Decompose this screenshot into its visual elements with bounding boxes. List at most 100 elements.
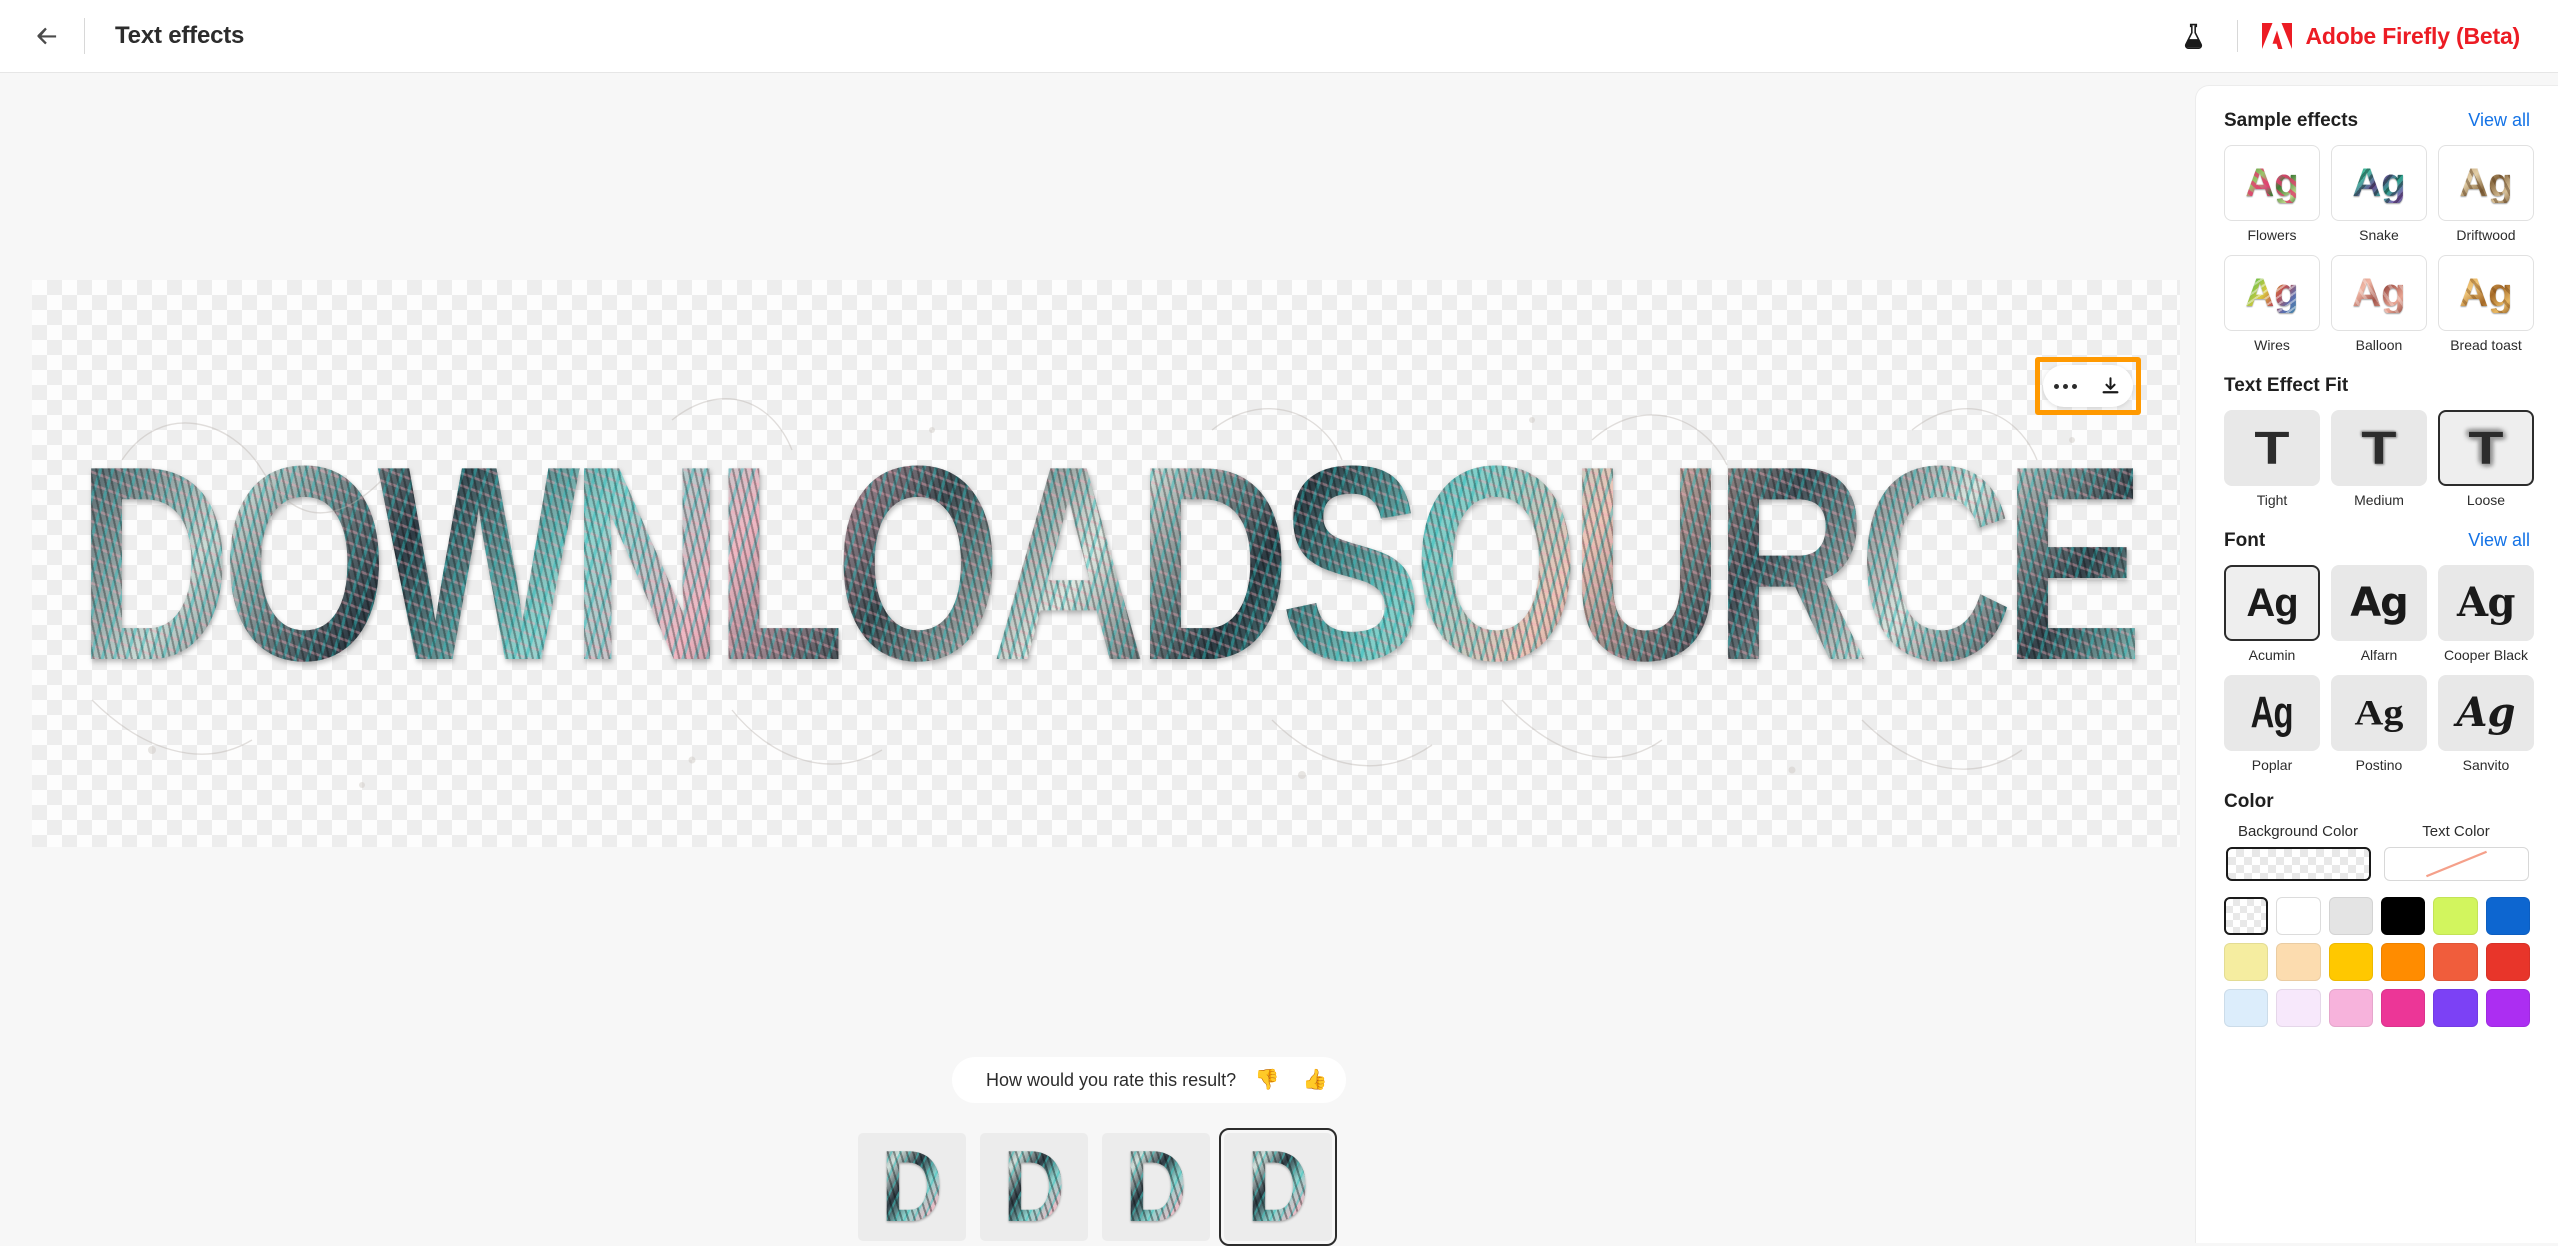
color-swatch-pink[interactable] xyxy=(2328,989,2373,1027)
font-view-all-link[interactable]: View all xyxy=(2468,530,2530,551)
font-preview: Ag xyxy=(2224,675,2320,751)
color-section: Color Background Color Text Color xyxy=(2224,791,2530,1027)
color-swatch-lime[interactable] xyxy=(2433,897,2478,935)
color-swatch-pale-yellow[interactable] xyxy=(2224,943,2269,981)
font-option-postino[interactable]: Ag Postino xyxy=(2331,675,2427,773)
color-swatch-light-gray[interactable] xyxy=(2328,897,2373,935)
app-header: Text effects Adobe Firefly (Beta) xyxy=(0,0,2558,73)
sample-effects-view-all-link[interactable]: View all xyxy=(2468,110,2530,131)
sample-effect-flowers[interactable]: Ag Flowers xyxy=(2224,145,2320,243)
sample-effect-balloon[interactable]: Ag Balloon xyxy=(2331,255,2427,353)
color-swatch-white[interactable] xyxy=(2276,897,2321,935)
color-swatch-black[interactable] xyxy=(2380,897,2426,935)
toolbar-highlight-box xyxy=(2035,357,2141,415)
sample-effect-label: Balloon xyxy=(2355,337,2403,353)
font-title: Font xyxy=(2224,530,2266,551)
font-option-sanvito[interactable]: Ag Sanvito xyxy=(2438,675,2534,773)
text-effect-fit-tight[interactable]: T Tight xyxy=(2224,410,2320,508)
font-label: Cooper Black xyxy=(2443,647,2529,663)
thumbnail-preview: D xyxy=(858,1133,966,1241)
sample-effect-snake[interactable]: Ag Snake xyxy=(2331,145,2427,243)
color-swatch-grid xyxy=(2224,897,2530,1027)
color-swatch-violet[interactable] xyxy=(2433,989,2478,1027)
font-preview: Ag xyxy=(2438,565,2534,641)
brand-name: Adobe Firefly (Beta) xyxy=(2305,22,2520,49)
font-option-acumin[interactable]: Ag Acumin xyxy=(2224,565,2320,663)
text-color-label: Text Color xyxy=(2422,823,2490,840)
text-effect-fit-medium[interactable]: T Medium xyxy=(2331,410,2427,508)
thumbs-down-button[interactable]: 👎 xyxy=(1250,1063,1284,1097)
text-color-swatch-preview[interactable] xyxy=(2383,847,2529,881)
thumbnail-variation-1[interactable]: D xyxy=(853,1128,971,1246)
thumbnail-letter: D xyxy=(1002,1133,1066,1241)
t-glyph-icon: T xyxy=(2254,422,2290,474)
text-effect-fit-loose[interactable]: T Loose xyxy=(2438,410,2534,508)
font-preview: Ag xyxy=(2438,675,2534,751)
sample-effect-ag-glyph: Ag xyxy=(2352,271,2406,315)
thumbnail-letter: D xyxy=(880,1133,944,1241)
sample-effect-ag-glyph: Ag xyxy=(2245,271,2299,315)
color-swatch-transparent[interactable] xyxy=(2224,897,2269,935)
text-effect-fit-grid: T Tight T Medium T Loose xyxy=(2224,410,2534,508)
text-effect-fit-label: Loose xyxy=(2466,492,2506,508)
color-swatch-blue[interactable] xyxy=(2485,897,2530,935)
sample-effects-grid: Ag Flowers Ag Snake Ag Driftwood Ag Wire… xyxy=(2224,145,2534,353)
thumbnail-variation-3[interactable]: D xyxy=(1097,1128,1215,1246)
text-effect-fit-label: Medium xyxy=(2354,492,2404,508)
generated-artwork: DOWNLOADSOURCE xyxy=(32,280,2180,847)
beta-flask-button[interactable] xyxy=(2171,14,2215,58)
brand-logo[interactable]: Adobe Firefly (Beta) xyxy=(2260,21,2520,51)
no-color-diagonal-icon xyxy=(2425,850,2487,878)
font-option-alfarn[interactable]: Ag Alfarn xyxy=(2331,565,2427,663)
thumbnail-variation-4[interactable]: D xyxy=(1219,1128,1337,1246)
color-swatch-red[interactable] xyxy=(2485,943,2530,981)
background-color-label: Background Color xyxy=(2237,823,2359,840)
thumbs-up-button[interactable]: 👍 xyxy=(1298,1063,1332,1097)
text-effect-fit-preview: T xyxy=(2331,410,2427,486)
workspace: DOWNLOADSOURCE How would you rate this r… xyxy=(0,73,2190,1246)
sample-effect-preview: Ag xyxy=(2224,255,2320,331)
color-title: Color xyxy=(2224,791,2274,812)
color-swatch-magenta[interactable] xyxy=(2380,989,2426,1027)
font-label: Postino xyxy=(2355,757,2403,773)
font-header: Font View all xyxy=(2224,530,2530,552)
beaker-icon xyxy=(2184,23,2203,49)
sample-effect-preview: Ag xyxy=(2331,255,2427,331)
color-swatch-orange[interactable] xyxy=(2380,943,2426,981)
header-divider xyxy=(84,18,85,54)
color-swatch-purple[interactable] xyxy=(2485,989,2530,1027)
sample-effect-preview: Ag xyxy=(2331,145,2427,221)
sample-effect-bread-toast[interactable]: Ag Bread toast xyxy=(2438,255,2534,353)
sample-effect-ag-glyph: Ag xyxy=(2459,271,2513,315)
thumbnail-preview: D xyxy=(1102,1133,1210,1241)
text-effect-fit-preview: T xyxy=(2224,410,2320,486)
color-swatch-pale-lavender[interactable] xyxy=(2276,989,2321,1027)
canvas-area[interactable]: DOWNLOADSOURCE How would you rate this r… xyxy=(32,280,2180,1103)
sample-effect-ag-glyph: Ag xyxy=(2352,161,2406,205)
color-swatch-coral[interactable] xyxy=(2433,943,2478,981)
page-title: Text effects xyxy=(115,22,245,49)
font-option-poplar[interactable]: Ag Poplar xyxy=(2224,675,2320,773)
sample-effect-label: Wires xyxy=(2254,337,2290,353)
text-effect-fit-title: Text Effect Fit xyxy=(2224,375,2349,396)
rating-question: How would you rate this result? xyxy=(986,1069,1237,1090)
font-option-cooper-black[interactable]: Ag Cooper Black xyxy=(2438,565,2534,663)
text-effect-fit-preview: T xyxy=(2438,410,2534,486)
thumbnail-variation-2[interactable]: D xyxy=(975,1128,1093,1246)
background-color-swatch-preview[interactable] xyxy=(2225,847,2371,881)
sample-effect-driftwood[interactable]: Ag Driftwood xyxy=(2438,145,2534,243)
thumbnail-letter: D xyxy=(1246,1133,1310,1241)
back-button[interactable] xyxy=(24,13,70,59)
font-preview: Ag xyxy=(2331,565,2427,641)
thumbnail-preview: D xyxy=(980,1133,1088,1241)
color-preview-row: Background Color Text Color xyxy=(2224,823,2530,881)
color-swatch-gold[interactable] xyxy=(2328,943,2373,981)
color-swatch-pale-blue[interactable] xyxy=(2224,989,2269,1027)
sample-effect-label: Snake xyxy=(2359,227,2399,243)
text-color-group: Text Color xyxy=(2382,823,2530,881)
color-swatch-peach[interactable] xyxy=(2276,943,2321,981)
font-label: Acumin xyxy=(2248,647,2296,663)
sample-effects-header: Sample effects View all xyxy=(2224,110,2530,132)
header-divider-2 xyxy=(2237,20,2239,52)
sample-effect-wires[interactable]: Ag Wires xyxy=(2224,255,2320,353)
